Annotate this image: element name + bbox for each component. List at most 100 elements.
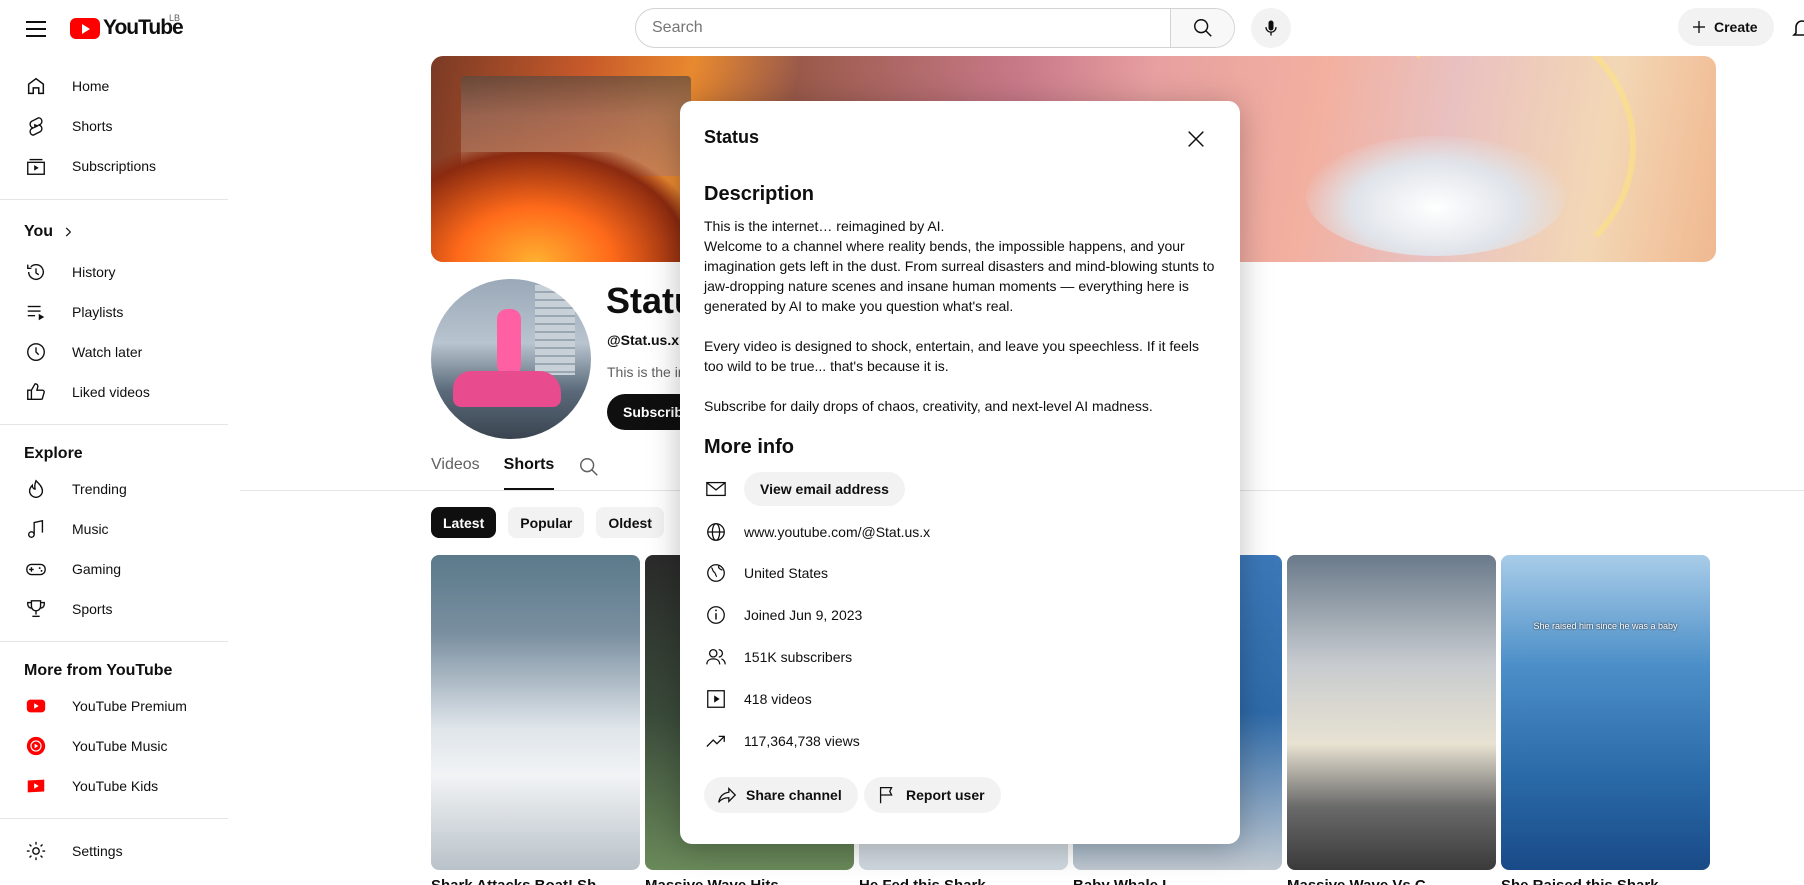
sidebar-item-sports[interactable]: Sports xyxy=(12,589,228,629)
channel-handle: @Stat.us.x · xyxy=(607,332,688,348)
view-email-button[interactable]: View email address xyxy=(744,472,905,506)
avatar-building-graphic xyxy=(535,285,575,375)
mail-icon xyxy=(704,477,728,501)
description-heading: Description xyxy=(704,183,815,205)
short-title[interactable]: Shark Attacks Boat! Sh xyxy=(431,877,640,885)
create-label: Create xyxy=(1714,19,1758,35)
more-info-heading: More info xyxy=(704,436,794,458)
trending-up-icon xyxy=(704,729,728,753)
video-icon xyxy=(704,687,728,711)
sidebar-divider xyxy=(0,199,228,200)
short-title[interactable]: He Fed this Shark xyxy=(859,877,1068,885)
sidebar-item-label: Watch later xyxy=(72,344,143,360)
sidebar-explore-heading: Explore xyxy=(24,445,83,463)
create-button[interactable]: Create xyxy=(1678,8,1774,46)
sidebar-item-youtube-premium[interactable]: YouTube Premium xyxy=(12,686,228,726)
report-user-button[interactable]: Report user xyxy=(864,777,1001,813)
sidebar-item-label: Subscriptions xyxy=(72,158,157,174)
sidebar-divider xyxy=(0,818,228,819)
sidebar-divider xyxy=(0,641,228,642)
channel-search-icon[interactable] xyxy=(578,448,600,483)
playlists-icon xyxy=(24,300,48,324)
subscriptions-icon xyxy=(24,154,48,178)
sidebar-item-label: YouTube Music xyxy=(72,738,168,754)
sidebar-more-heading: More from YouTube xyxy=(24,662,172,680)
close-button[interactable] xyxy=(1178,121,1214,157)
joined-row: Joined Jun 9, 2023 xyxy=(704,597,1216,633)
sidebar-divider xyxy=(0,424,228,425)
subscriber-count: 151K subscribers xyxy=(744,649,853,665)
sidebar-item-youtube-kids[interactable]: YouTube Kids xyxy=(12,766,228,806)
chevron-right-icon xyxy=(65,227,72,237)
sidebar-item-gaming[interactable]: Gaming xyxy=(12,549,228,589)
sidebar-item-shorts[interactable]: Shorts xyxy=(12,106,228,146)
people-icon xyxy=(704,645,728,669)
sidebar-item-label: Music xyxy=(72,521,109,537)
views-row: 117,364,738 views xyxy=(704,723,1216,759)
short-thumbnail[interactable] xyxy=(1287,555,1496,870)
menu-icon[interactable] xyxy=(20,16,52,40)
explore-heading-label: Explore xyxy=(24,445,83,462)
sidebar-item-settings[interactable]: Settings xyxy=(12,831,228,871)
report-user-label: Report user xyxy=(906,787,985,803)
youtube-app: YouTube LB Create Home Shorts xyxy=(0,0,1804,885)
notifications-icon[interactable] xyxy=(1790,16,1804,45)
sidebar-item-label: Sports xyxy=(72,601,113,617)
tab-shorts[interactable]: Shorts xyxy=(503,448,555,490)
avatar-car-graphic xyxy=(453,371,561,407)
sidebar-you-heading[interactable]: You xyxy=(24,223,75,241)
sidebar-item-label: YouTube Premium xyxy=(72,698,187,714)
sidebar-item-subscriptions[interactable]: Subscriptions xyxy=(12,146,228,186)
you-heading-label: You xyxy=(24,223,54,240)
music-icon xyxy=(24,517,48,541)
share-icon xyxy=(718,787,737,803)
chip-latest[interactable]: Latest xyxy=(431,507,497,538)
channel-url[interactable]: www.youtube.com/@Stat.us.x xyxy=(744,524,930,540)
short-title[interactable]: Baby Whale L xyxy=(1073,877,1282,885)
short-title[interactable]: Massive Wave Vs C xyxy=(1287,877,1496,885)
sidebar-item-label: Gaming xyxy=(72,561,122,577)
youtube-play-icon xyxy=(70,17,100,39)
chip-popular[interactable]: Popular xyxy=(508,507,585,538)
search-input[interactable] xyxy=(636,9,1170,47)
sidebar-item-home[interactable]: Home xyxy=(12,66,228,106)
sidebar-item-label: YouTube Kids xyxy=(72,778,159,794)
sidebar-item-liked-videos[interactable]: Liked videos xyxy=(12,372,228,412)
search-button[interactable] xyxy=(1170,9,1234,47)
banner-cloud-graphic xyxy=(1306,136,1566,256)
sidebar-item-trending[interactable]: Trending xyxy=(12,469,228,509)
trophy-icon xyxy=(24,597,48,621)
youtube-kids-icon xyxy=(24,774,48,798)
sidebar-item-youtube-music[interactable]: YouTube Music xyxy=(12,726,228,766)
avatar-person-graphic xyxy=(497,309,521,375)
voice-search-button[interactable] xyxy=(1251,8,1291,48)
joined-date: Joined Jun 9, 2023 xyxy=(744,607,863,623)
short-title[interactable]: Massive Wave Hits xyxy=(645,877,854,885)
share-channel-button[interactable]: Share channel xyxy=(704,777,858,813)
top-bar: YouTube LB Create xyxy=(0,0,1804,56)
tab-videos[interactable]: Videos xyxy=(431,448,480,490)
channel-tabs: Videos Shorts xyxy=(431,448,600,490)
channel-avatar[interactable] xyxy=(431,279,591,439)
channel-description-preview[interactable]: This is the in xyxy=(607,364,686,380)
sidebar-item-watch-later[interactable]: Watch later xyxy=(12,332,228,372)
sidebar-item-playlists[interactable]: Playlists xyxy=(12,292,228,332)
short-title[interactable]: She Raised this Shark xyxy=(1501,877,1710,885)
dialog-title: Status xyxy=(704,127,760,147)
short-thumbnail[interactable]: She raised him since he was a baby xyxy=(1501,555,1710,870)
sidebar-item-music[interactable]: Music xyxy=(12,509,228,549)
sidebar: Home Shorts Subscriptions You History Pl… xyxy=(0,56,240,885)
youtube-logo[interactable]: YouTube LB xyxy=(70,13,184,40)
short-thumbnail[interactable] xyxy=(431,555,640,870)
youtube-music-icon xyxy=(24,734,48,758)
channel-country: United States xyxy=(744,565,829,581)
videos-row: 418 videos xyxy=(704,681,1216,717)
sidebar-item-history[interactable]: History xyxy=(12,252,228,292)
flag-icon xyxy=(879,787,893,804)
chip-oldest[interactable]: Oldest xyxy=(596,507,664,538)
close-icon xyxy=(1188,131,1204,147)
country-code: LB xyxy=(169,13,181,23)
shorts-icon xyxy=(24,114,48,138)
info-icon xyxy=(704,603,728,627)
url-row: www.youtube.com/@Stat.us.x xyxy=(704,514,1216,550)
